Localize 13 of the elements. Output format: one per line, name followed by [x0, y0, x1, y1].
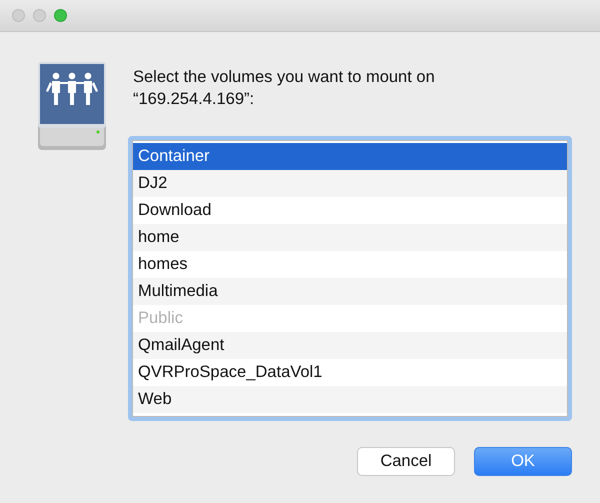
prompt-text: Select the volumes you want to mount on [133, 67, 435, 88]
prompt-text: “169.254.4.169”: [133, 89, 256, 110]
network-drive-icon [36, 60, 108, 152]
cancel-button[interactable]: Cancel [357, 447, 455, 476]
volume-item[interactable]: Multimedia [133, 278, 567, 305]
zoom-button[interactable] [54, 9, 67, 22]
volume-item[interactable]: QmailAgent [133, 332, 567, 359]
close-button[interactable] [12, 9, 25, 22]
volume-item[interactable]: home [133, 224, 567, 251]
volume-item[interactable]: Container [133, 143, 567, 170]
minimize-button[interactable] [33, 9, 46, 22]
volume-item[interactable]: DJ2 [133, 170, 567, 197]
volume-item[interactable]: Web [133, 386, 567, 413]
